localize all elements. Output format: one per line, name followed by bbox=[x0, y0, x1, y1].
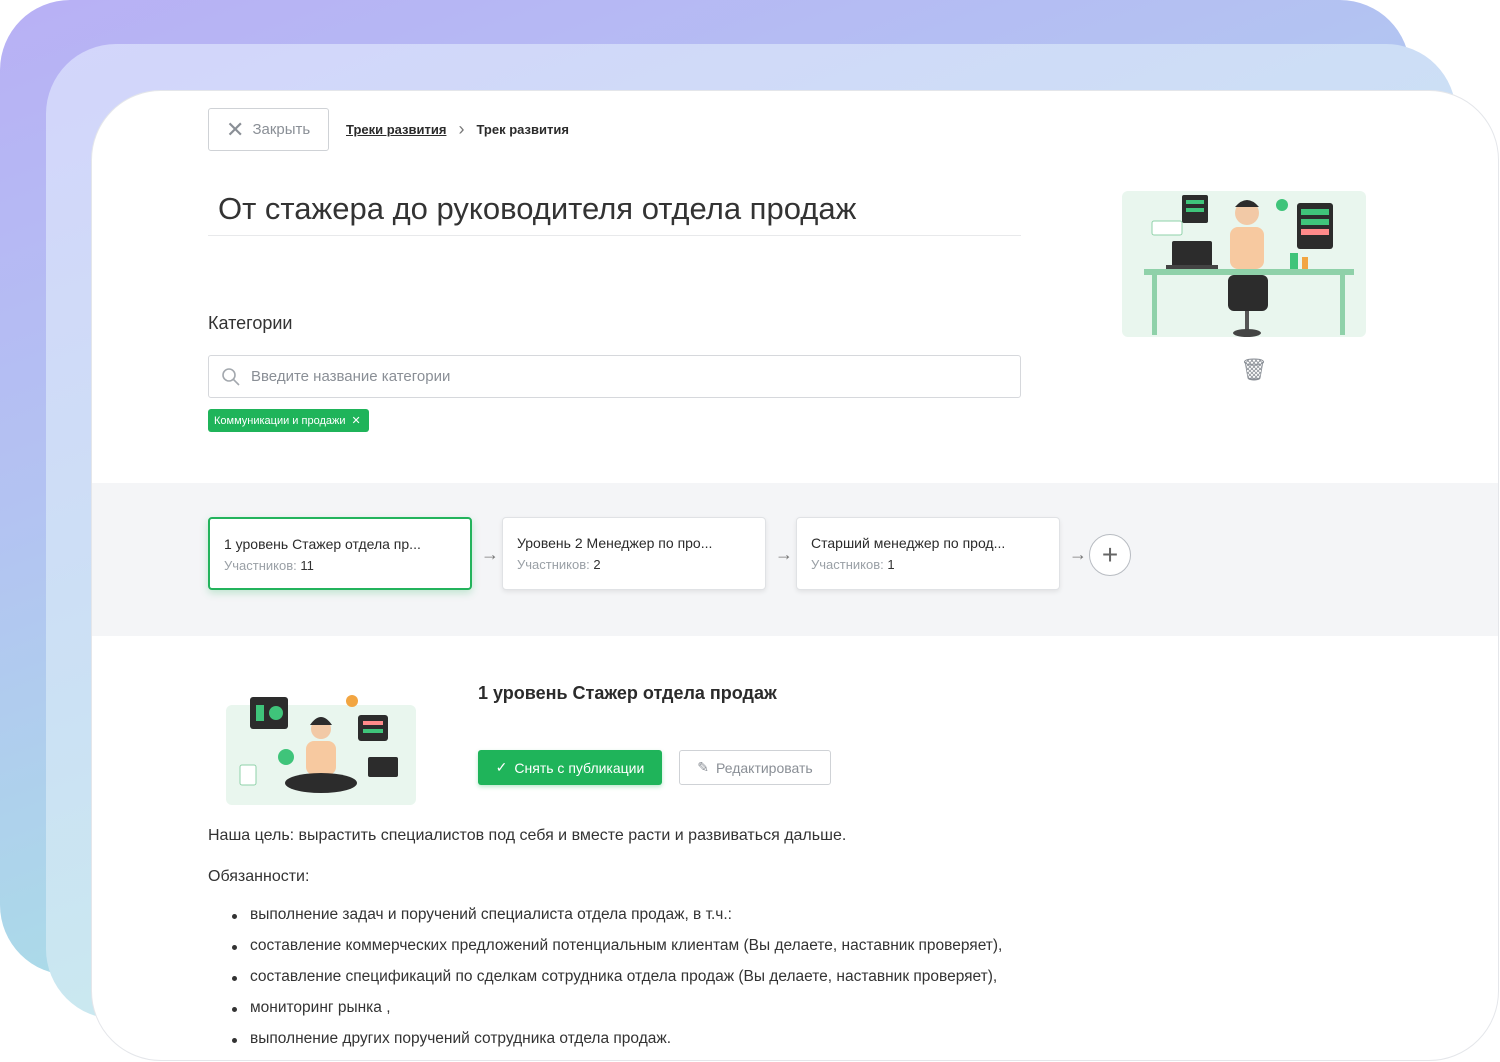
level-card-2[interactable]: Уровень 2 Менеджер по про... Участников:… bbox=[502, 517, 766, 590]
level-participants: Участников: 1 bbox=[811, 557, 895, 572]
level-participants: Участников: 2 bbox=[517, 557, 601, 572]
list-item: составление коммерческих предложений пот… bbox=[232, 937, 1002, 968]
category-tag: Коммуникации и продажи ✕ bbox=[208, 409, 369, 432]
edit-button[interactable]: ✎ Редактировать bbox=[679, 750, 831, 785]
chevron-right-icon: › bbox=[458, 119, 465, 139]
duties-list: выполнение задач и поручений специалиста… bbox=[232, 906, 1002, 1060]
close-icon: ✕ bbox=[226, 116, 245, 142]
breadcrumb-current: Трек развития bbox=[476, 121, 569, 137]
categories-label: Категории bbox=[208, 313, 293, 333]
list-item: мониторинг рынка , bbox=[232, 999, 1002, 1030]
list-item: выполнение задач и поручений специалиста… bbox=[232, 906, 1002, 937]
list-item: составление спецификаций по сделкам сотр… bbox=[232, 968, 1002, 999]
breadcrumb: Треки развития › Трек развития bbox=[346, 120, 569, 138]
duties-heading: Обязанности: bbox=[208, 868, 310, 885]
arrow-right-icon: → bbox=[775, 544, 793, 564]
pencil-icon: ✎ bbox=[697, 759, 709, 775]
category-search-input[interactable] bbox=[251, 368, 951, 385]
list-item: выполнение других поручений сотрудника о… bbox=[232, 1030, 1002, 1060]
search-icon bbox=[222, 367, 240, 386]
plus-icon: + bbox=[1101, 539, 1119, 570]
level-name: 1 уровень Стажер отдела пр... bbox=[224, 536, 421, 552]
close-button[interactable]: ✕ Закрыть bbox=[208, 108, 329, 151]
add-level-button[interactable]: + bbox=[1089, 534, 1131, 576]
track-cover-image[interactable] bbox=[1122, 183, 1376, 349]
level-goal-text: Наша цель: вырастить специалистов под се… bbox=[208, 827, 847, 844]
arrow-right-icon: → bbox=[1069, 544, 1087, 564]
close-button-label: Закрыть bbox=[252, 121, 311, 138]
edit-button-label: Редактировать bbox=[716, 759, 813, 776]
trash-icon[interactable]: 🗑 bbox=[1240, 357, 1268, 383]
level-card-1[interactable]: 1 уровень Стажер отдела пр... Участников… bbox=[208, 517, 472, 590]
unpublish-button-label: Снять с публикации bbox=[514, 759, 645, 776]
arrow-right-icon: → bbox=[481, 544, 499, 564]
category-search-field[interactable] bbox=[208, 355, 1021, 398]
track-title-input[interactable]: От стажера до руководителя отдела продаж bbox=[208, 191, 1021, 236]
unpublish-button[interactable]: ✓ Снять с публикации bbox=[478, 750, 662, 785]
category-tag-label: Коммуникации и продажи bbox=[214, 414, 346, 427]
remove-tag-icon[interactable]: ✕ bbox=[352, 414, 361, 427]
check-icon: ✓ bbox=[495, 759, 508, 775]
level-name: Уровень 2 Менеджер по про... bbox=[517, 535, 713, 551]
app-window: ✕ Закрыть Треки развития › Трек развития… bbox=[91, 90, 1499, 1061]
levels-track: 1 уровень Стажер отдела пр... Участников… bbox=[92, 483, 1498, 636]
level-name: Старший менеджер по прод... bbox=[811, 535, 1006, 551]
level-card-3[interactable]: Старший менеджер по прод... Участников: … bbox=[796, 517, 1060, 590]
breadcrumb-link-tracks[interactable]: Треки развития bbox=[346, 122, 446, 137]
level-title: 1 уровень Стажер отдела продаж bbox=[478, 683, 777, 703]
level-cover-image bbox=[226, 695, 416, 805]
level-participants: Участников: 11 bbox=[224, 558, 314, 573]
